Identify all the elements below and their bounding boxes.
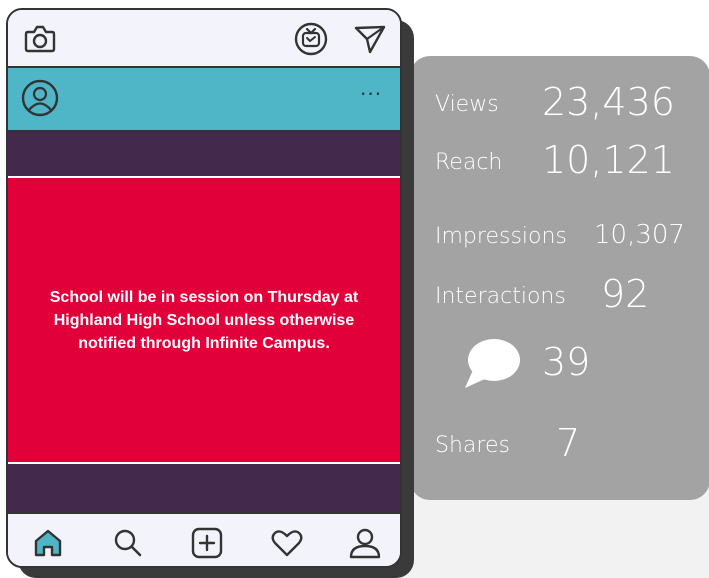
views-label: Views (435, 92, 499, 117)
post-frame: School will be in session on Thursday at… (8, 132, 400, 512)
shares-value: 7 (556, 421, 581, 465)
send-icon[interactable] (354, 24, 386, 54)
comment-icon (463, 338, 521, 390)
avatar-icon[interactable] (20, 78, 60, 118)
stats-card: Views 23,436 Reach 10,121 Impressions 10… (410, 56, 709, 500)
impressions-value: 10,307 (594, 220, 685, 250)
heart-icon[interactable] (270, 528, 304, 558)
home-icon[interactable] (32, 528, 64, 558)
impressions-label: Impressions (435, 224, 567, 249)
profile-icon[interactable] (348, 526, 382, 560)
interactions-value: 92 (601, 272, 650, 316)
interactions-label: Interactions (435, 284, 566, 309)
reach-label: Reach (435, 150, 503, 175)
views-value: 23,436 (542, 80, 675, 124)
shares-label: Shares (435, 433, 510, 458)
igtv-icon[interactable] (294, 22, 328, 56)
post-text: School will be in session on Thursday at… (49, 288, 359, 352)
reach-value: 10,121 (542, 138, 675, 182)
search-icon[interactable] (112, 528, 144, 558)
phone-mockup: ··· School will be in session on Thursda… (6, 8, 402, 568)
profile-bar: ··· (8, 68, 400, 132)
more-options-icon[interactable]: ··· (360, 82, 382, 106)
add-post-icon[interactable] (190, 526, 224, 560)
bottom-nav (8, 512, 400, 566)
comments-value: 39 (542, 340, 591, 384)
top-bar (8, 10, 400, 68)
camera-icon[interactable] (24, 24, 56, 54)
post-image: School will be in session on Thursday at… (8, 176, 400, 464)
